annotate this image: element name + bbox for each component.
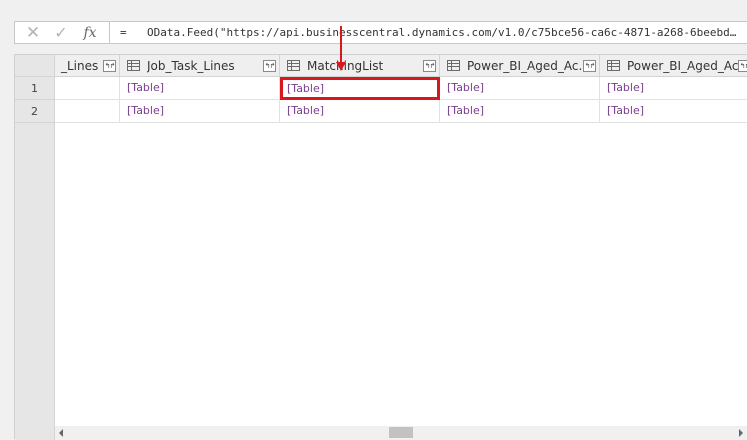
table-cell-link[interactable]: [Table]	[280, 100, 440, 123]
equals-sign: =	[120, 26, 127, 39]
column-label: Power_BI_Aged_Ac...	[467, 58, 583, 73]
expand-column-icon[interactable]: ↰↱	[103, 59, 116, 72]
table-cell-link[interactable]: [Table]	[600, 100, 747, 123]
fx-icon[interactable]: fx	[79, 22, 101, 43]
column-label: _Lines	[61, 58, 99, 73]
expand-column-icon[interactable]: ↰↱	[738, 59, 747, 72]
expand-column-icon[interactable]: ↰↱	[423, 59, 436, 72]
row-number-column: 1 2	[15, 77, 55, 440]
column-header-power-bi-aged-1[interactable]: Power_BI_Aged_Ac... ↰↱	[440, 55, 600, 77]
horizontal-scrollbar[interactable]	[55, 426, 747, 439]
column-label: Power_BI_Aged_Ac...	[627, 58, 738, 73]
column-label: Job_Task_Lines	[147, 58, 235, 73]
check-icon[interactable]: ✓	[51, 22, 71, 43]
table-icon	[447, 60, 460, 71]
cancel-icon[interactable]: ✕	[23, 22, 43, 43]
table-icon	[607, 60, 620, 71]
column-header-job-task-lines[interactable]: Job_Task_Lines ↰↱	[120, 55, 280, 77]
table-cell-link[interactable]: [Table]	[120, 77, 280, 100]
formula-bar: ✕ ✓ fx = OData.Feed("https://api.busines…	[14, 21, 747, 44]
table-cell-link[interactable]: [Table]	[120, 100, 280, 123]
table-cell-link[interactable]: [Table]	[600, 77, 747, 100]
table-icon	[127, 60, 140, 71]
expand-column-icon[interactable]: ↰↱	[583, 59, 596, 72]
formula-bar-divider	[109, 22, 110, 43]
scroll-left-icon[interactable]	[59, 429, 63, 437]
formula-input[interactable]: OData.Feed("https://api.businesscentral.…	[147, 26, 747, 39]
column-label: MatchingList	[307, 58, 384, 73]
column-header-matchinglist[interactable]: MatchingList ↰↱	[280, 55, 440, 77]
scroll-right-icon[interactable]	[739, 429, 743, 437]
column-header-power-bi-aged-2[interactable]: Power_BI_Aged_Ac... ↰↱	[600, 55, 747, 77]
table-cell[interactable]	[55, 77, 120, 100]
data-grid: _Lines ↰↱ Job_Task_Lines ↰↱ MatchingList…	[14, 54, 747, 440]
annotation-arrow	[340, 26, 342, 64]
table-cell-link[interactable]: [Table]	[440, 77, 600, 100]
row-number[interactable]: 1	[15, 77, 54, 100]
table-cell[interactable]	[55, 100, 120, 123]
column-header-lines[interactable]: _Lines ↰↱	[55, 55, 120, 77]
expand-column-icon[interactable]: ↰↱	[263, 59, 276, 72]
row-number[interactable]: 2	[15, 100, 54, 123]
annotation-arrow-head	[336, 62, 346, 71]
table-cell-link[interactable]: [Table]	[440, 100, 600, 123]
table-cell-link-highlighted[interactable]: [Table]	[280, 77, 440, 100]
table-icon	[287, 60, 300, 71]
grid-corner[interactable]	[15, 55, 55, 77]
scrollbar-thumb[interactable]	[389, 427, 413, 438]
